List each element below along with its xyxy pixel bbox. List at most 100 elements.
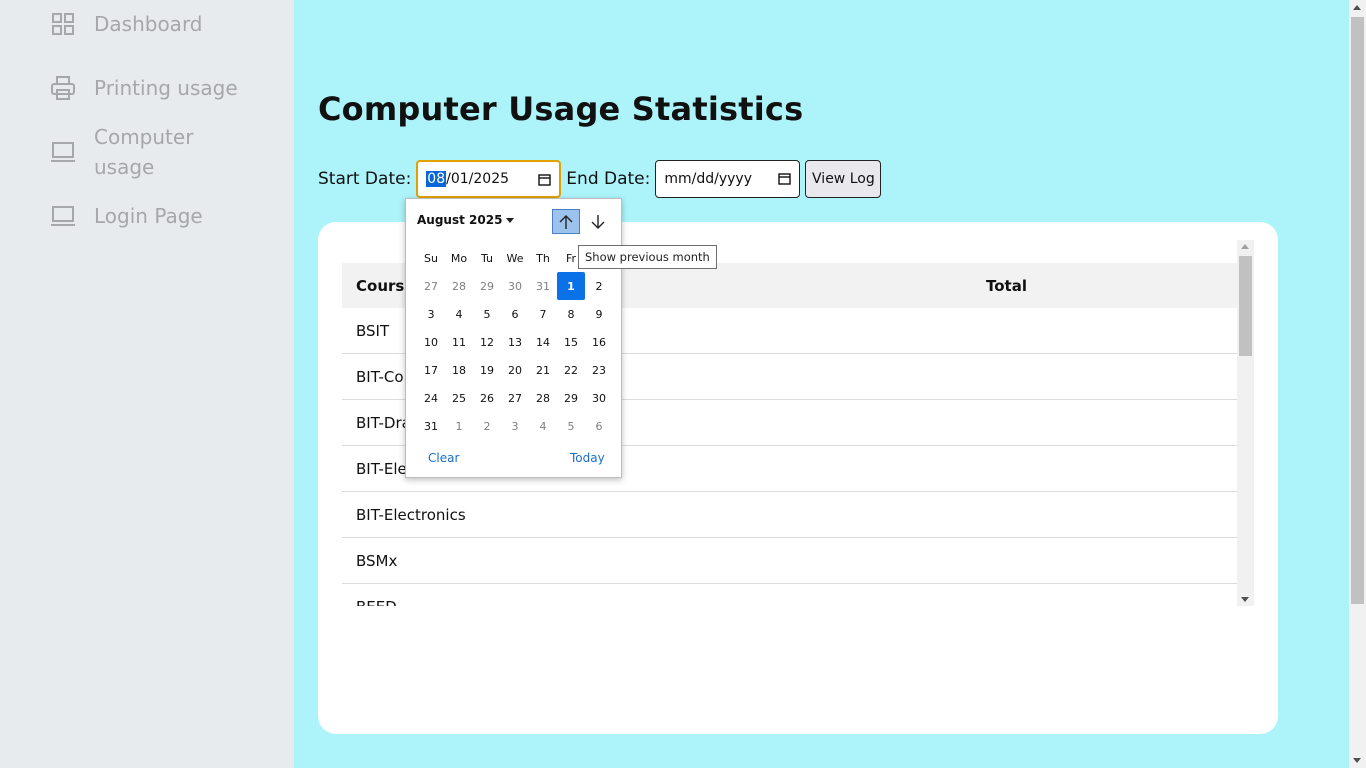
calendar-day-outside-month[interactable]: 6 [585, 412, 613, 440]
scroll-down-arrow-icon[interactable] [1241, 597, 1249, 602]
calendar-week-row: 31 1 2 3 4 5 6 [417, 412, 613, 440]
calendar-day-outside-month[interactable]: 1 [445, 412, 473, 440]
sidebar: Dashboard Printing usage Computer usage [0, 0, 294, 768]
calendar-day-outside-month[interactable]: 3 [501, 412, 529, 440]
table-row: BEED [342, 584, 1237, 607]
arrow-down-icon [591, 214, 605, 229]
calendar-day[interactable]: 30 [585, 384, 613, 412]
laptop-icon [50, 203, 76, 229]
calendar-day[interactable]: 21 [529, 356, 557, 384]
page-scrollbar[interactable] [1349, 0, 1366, 768]
calendar-day[interactable]: 5 [473, 300, 501, 328]
end-date-placeholder: mm/dd/yyyy [664, 171, 752, 187]
sidebar-item-label: Dashboard [94, 12, 203, 36]
calendar-day[interactable]: 3 [417, 300, 445, 328]
calendar-day-outside-month[interactable]: 4 [529, 412, 557, 440]
end-date-label: End Date: [566, 169, 651, 189]
table-scrollbar[interactable] [1237, 240, 1254, 606]
calendar-week-row: 27 28 29 30 31 1 2 [417, 272, 613, 300]
calendar-day[interactable]: 25 [445, 384, 473, 412]
printer-icon [50, 75, 76, 101]
sidebar-item-label: Printing usage [94, 76, 238, 100]
calendar-icon[interactable] [538, 173, 551, 186]
calendar-day[interactable]: 4 [445, 300, 473, 328]
calendar-day[interactable]: 6 [501, 300, 529, 328]
calendar-day-outside-month[interactable]: 29 [473, 272, 501, 300]
clear-button[interactable]: Clear [428, 451, 459, 465]
column-header-total: Total [986, 276, 1027, 295]
end-date-input[interactable]: mm/dd/yyyy [655, 160, 801, 198]
table-scroll-thumb[interactable] [1239, 256, 1252, 356]
calendar-day[interactable]: 31 [417, 412, 445, 440]
calendar-day[interactable]: 28 [529, 384, 557, 412]
weekday-label: Su [424, 251, 438, 265]
calendar-icon[interactable] [778, 172, 792, 185]
sidebar-item-label: Computer usage [94, 125, 194, 179]
table-row: BSMx [342, 538, 1237, 584]
calendar-day[interactable]: 20 [501, 356, 529, 384]
today-button[interactable]: Today [570, 451, 605, 465]
calendar-day[interactable]: 27 [501, 384, 529, 412]
calendar-day[interactable]: 11 [445, 328, 473, 356]
calendar-week-row: 10 11 12 13 14 15 16 [417, 328, 613, 356]
weekday-label: Th [536, 251, 550, 265]
sidebar-item-printing-usage[interactable]: Printing usage [50, 73, 238, 103]
weekday-label: Tu [480, 251, 494, 265]
sidebar-item-label: Login Page [94, 204, 203, 228]
calendar-day[interactable]: 13 [501, 328, 529, 356]
calendar-day[interactable]: 26 [473, 384, 501, 412]
calendar-day[interactable]: 16 [585, 328, 613, 356]
start-date-month-segment[interactable]: 08 [426, 171, 447, 187]
calendar-day[interactable]: 22 [557, 356, 585, 384]
calendar-week-row: 24 25 26 27 28 29 30 [417, 384, 613, 412]
calendar-day[interactable]: 14 [529, 328, 557, 356]
weekday-label: We [506, 251, 524, 265]
calendar-day-outside-month[interactable]: 31 [529, 272, 557, 300]
calendar-day[interactable]: 9 [585, 300, 613, 328]
calendar-day-outside-month[interactable]: 27 [417, 272, 445, 300]
view-log-button[interactable]: View Log [805, 160, 882, 198]
start-date-input[interactable]: 08/01/2025 [416, 160, 562, 198]
calendar-day[interactable]: 12 [473, 328, 501, 356]
calendar-day-selected[interactable]: 1 [557, 272, 585, 300]
grid-icon [50, 11, 76, 37]
calendar-day-outside-month[interactable]: 5 [557, 412, 585, 440]
calendar-day[interactable]: 19 [473, 356, 501, 384]
page-title: Computer Usage Statistics [318, 90, 804, 128]
page-scroll-thumb[interactable] [1351, 17, 1364, 604]
sidebar-item-dashboard[interactable]: Dashboard [50, 9, 203, 39]
calendar-day[interactable]: 15 [557, 328, 585, 356]
scroll-down-arrow-icon[interactable] [1353, 758, 1361, 763]
arrow-up-icon [559, 214, 573, 229]
caret-down-icon [506, 217, 515, 223]
calendar-day[interactable]: 7 [529, 300, 557, 328]
laptop-icon [50, 139, 76, 165]
month-year-selector[interactable]: August 2025 [417, 213, 515, 227]
calendar-day[interactable]: 2 [585, 272, 613, 300]
calendar-day[interactable]: 8 [557, 300, 585, 328]
previous-month-button[interactable] [552, 209, 580, 234]
start-date-rest: /01/2025 [446, 171, 510, 187]
date-filter-row: Start Date: 08/01/2025 End Date: mm/dd/y… [318, 160, 882, 198]
calendar-day[interactable]: 18 [445, 356, 473, 384]
calendar-day-outside-month[interactable]: 30 [501, 272, 529, 300]
calendar-day[interactable]: 29 [557, 384, 585, 412]
calendar-week-row: 17 18 19 20 21 22 23 [417, 356, 613, 384]
sidebar-item-login-page[interactable]: Login Page [50, 201, 203, 231]
scroll-up-arrow-icon[interactable] [1353, 5, 1361, 10]
calendar-week-row: 3456789 [417, 300, 613, 328]
scroll-up-arrow-icon[interactable] [1241, 244, 1249, 249]
calendar-day[interactable]: 24 [417, 384, 445, 412]
calendar-day[interactable]: 23 [585, 356, 613, 384]
calendar-day-outside-month[interactable]: 2 [473, 412, 501, 440]
next-month-button[interactable] [586, 209, 610, 234]
calendar-day[interactable]: 17 [417, 356, 445, 384]
calendar-day[interactable]: 10 [417, 328, 445, 356]
calendar-day-outside-month[interactable]: 28 [445, 272, 473, 300]
datepicker-popup: August 2025 Su Mo Tu We Th Fr Sa 2728293… [405, 198, 622, 478]
weekday-label: Mo [450, 251, 468, 265]
calendar-weeks: 27 28 29 30 31 1 2 3 4 5 6 7 8 9 10 11 12 13 14 15 16 17 18 19 2… [417, 272, 613, 440]
previous-month-tooltip: Show previous month [578, 245, 717, 269]
table-row: BIT-Electronics [342, 492, 1237, 538]
sidebar-item-computer-usage[interactable]: Computer usage [50, 122, 244, 182]
